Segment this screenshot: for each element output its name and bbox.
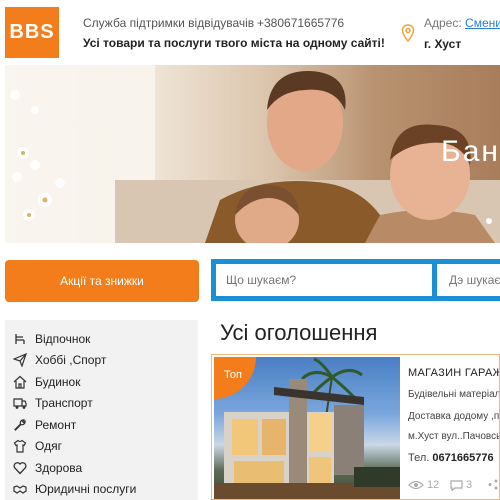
chair-icon (15, 333, 25, 344)
share-icon (488, 479, 498, 490)
category-sidebar: Відпочнок Хоббі ,Спорт Будинок Транспорт… (5, 320, 198, 500)
site-slogan: Усі товари та послуги твого міста на одн… (83, 36, 385, 50)
promotions-button[interactable]: Акції та знижки (5, 260, 199, 302)
sidebar-item-label: Юридичні послуги (35, 481, 137, 496)
page-title: Усі оголошення (220, 320, 378, 345)
sidebar-item-label: Будинок (35, 374, 81, 389)
current-city: г. Хуст (424, 37, 462, 51)
support-phone[interactable]: +380671665776 (257, 16, 344, 30)
share-count[interactable] (488, 479, 498, 490)
sidebar-item-legal[interactable]: Юридичні послуги (5, 478, 198, 499)
banner-photo (5, 65, 500, 243)
sidebar-item-label: Хоббі ,Спорт (35, 352, 107, 367)
sidebar-item-health[interactable]: Здорова (5, 457, 198, 478)
map-pin-icon (401, 24, 415, 42)
sidebar-item-hobby[interactable]: Хоббі ,Спорт (5, 349, 198, 370)
search-divider (432, 264, 437, 296)
banner-slider-dot[interactable] (486, 218, 492, 224)
location-input[interactable] (449, 273, 500, 287)
header: BBS Служба підтримки відвідувачів +38067… (0, 0, 500, 62)
eye-icon (408, 480, 424, 490)
address-change-link[interactable]: Сменит (465, 16, 500, 30)
sidebar-item-label: Одяг (35, 438, 62, 453)
house-icon (13, 375, 27, 389)
listing-card[interactable]: Топ МАГАЗИН ГАРАЖ Будівельні матеріали Д… (211, 354, 500, 500)
views-count: 12 (408, 479, 439, 491)
shirt-icon (13, 439, 27, 453)
sidebar-item-label: Здорова (35, 460, 83, 475)
listing-description-line: Будівельні матеріали (408, 389, 500, 400)
support-label: Служба підтримки відвідувачів (83, 16, 255, 30)
sidebar-item-label: Транспорт (35, 395, 93, 410)
comments-count: 3 (450, 479, 472, 491)
paper-plane-icon (13, 352, 27, 367)
listing-description-line: Доставка додому ,п (408, 411, 500, 422)
heart-icon (13, 461, 27, 474)
sidebar-item-clothes[interactable]: Одяг (5, 435, 198, 456)
search-input[interactable] (226, 273, 426, 287)
listing-phone: Тел. 0671665776 (408, 452, 494, 464)
listing-title[interactable]: МАГАЗИН ГАРАЖ (408, 367, 499, 379)
search-bar (211, 259, 500, 301)
banner-title: Бан (441, 135, 500, 168)
hero-banner[interactable]: Бан (5, 65, 500, 243)
wrench-icon (14, 418, 26, 431)
logo[interactable]: BBS (5, 7, 59, 58)
sidebar-item-transport[interactable]: Транспорт (5, 392, 198, 413)
sidebar-item-label: Відпочнок (35, 331, 91, 346)
listing-address: м.Хуст вул..Пачовсь (408, 431, 500, 442)
sidebar-item-label: Ремонт (35, 417, 77, 432)
address-label: Адрес: Сменит (424, 16, 500, 30)
comment-icon (450, 479, 463, 491)
truck-icon (13, 397, 27, 409)
sidebar-item-repair[interactable]: Ремонт (5, 414, 198, 435)
listing-phone-number[interactable]: 0671665776 (432, 452, 493, 464)
sidebar-item-house[interactable]: Будинок (5, 371, 198, 392)
handshake-icon (13, 484, 27, 494)
sidebar-item-rest[interactable]: Відпочнок (5, 328, 198, 349)
